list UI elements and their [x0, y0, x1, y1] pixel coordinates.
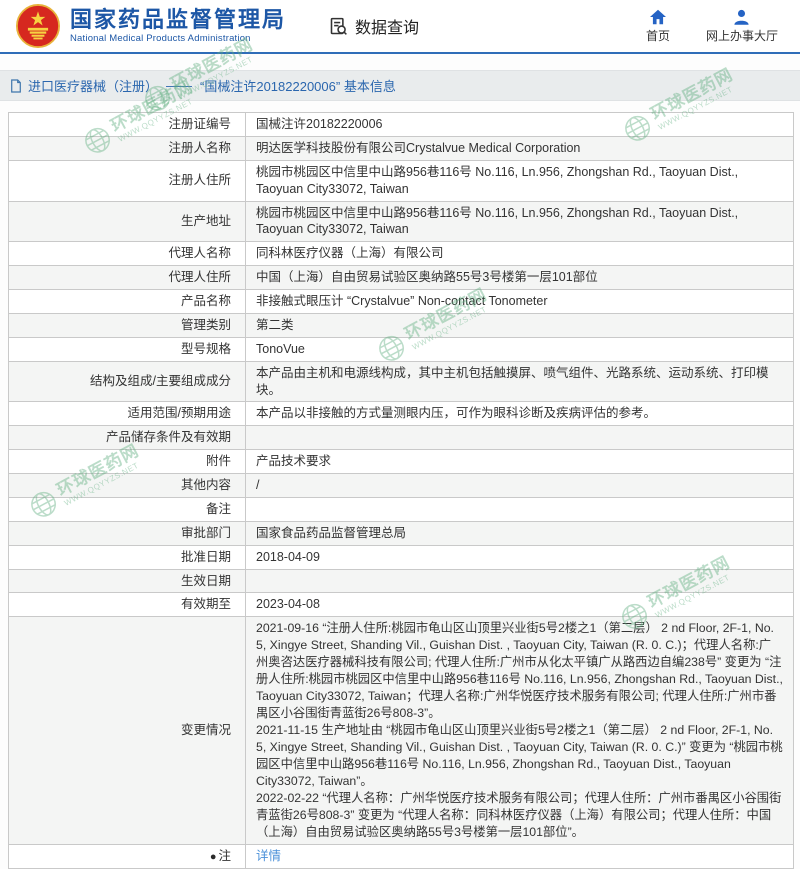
field-label: 注册证编号 [9, 113, 246, 137]
field-label: ●注 [9, 844, 246, 868]
table-row: 结构及组成/主要组成成分本产品由主机和电源线构成，其中主机包括触摸屏、喷气组件、… [9, 361, 794, 402]
table-row: 代理人住所中国（上海）自由贸易试验区奥纳路55号3号楼第一层101部位 [9, 266, 794, 290]
breadcrumb: 进口医疗器械（注册） —— “国械注许20182220006” 基本信息 [0, 70, 800, 101]
table-row: 生效日期 [9, 569, 794, 593]
field-label: 代理人名称 [9, 242, 246, 266]
table-row: 产品名称非接触式眼压计 “Crystalvue” Non-contact Ton… [9, 290, 794, 314]
field-label: 备注 [9, 497, 246, 521]
field-value [246, 426, 794, 450]
national-emblem-logo [16, 4, 60, 48]
table-row: 备注 [9, 497, 794, 521]
field-value: 桃园市桃园区中信里中山路956巷116号 No.116, Ln.956, Zho… [246, 201, 794, 242]
field-value: 国械注许20182220006 [246, 113, 794, 137]
field-value: TonoVue [246, 337, 794, 361]
document-icon [10, 79, 22, 93]
table-row: 适用范围/预期用途本产品以非接触的方式量测眼内压，可作为眼科诊断及疾病评估的参考… [9, 402, 794, 426]
table-row: 变更情况2021-09-16 “注册人住所:桃园市龟山区山顶里兴业街5号2楼之1… [9, 617, 794, 845]
org-title-block: 国家药品监督管理局 National Medical Products Admi… [70, 8, 286, 43]
field-label: 适用范围/预期用途 [9, 402, 246, 426]
nav-service-hall[interactable]: 网上办事大厅 [706, 9, 778, 44]
org-name-cn: 国家药品监督管理局 [70, 8, 286, 32]
field-label: 变更情况 [9, 617, 246, 845]
table-row: 产品储存条件及有效期 [9, 426, 794, 450]
registration-info-table: 注册证编号国械注许20182220006注册人名称明达医学科技股份有限公司Cry… [8, 112, 794, 869]
field-value: / [246, 474, 794, 498]
table-row: 注册证编号国械注许20182220006 [9, 113, 794, 137]
table-row: 附件产品技术要求 [9, 450, 794, 474]
breadcrumb-current: “国械注许20182220006” 基本信息 [200, 76, 396, 95]
field-value: 2018-04-09 [246, 545, 794, 569]
home-icon [649, 9, 667, 25]
field-value: 详情 [246, 844, 794, 868]
data-query-label: 数据查询 [355, 14, 419, 38]
table-row: 注册人名称明达医学科技股份有限公司Crystalvue Medical Corp… [9, 136, 794, 160]
table-row: 管理类别第二类 [9, 313, 794, 337]
field-value [246, 497, 794, 521]
table-row: 代理人名称同科林医疗仪器（上海）有限公司 [9, 242, 794, 266]
field-label: 产品储存条件及有效期 [9, 426, 246, 450]
nav-service-hall-label: 网上办事大厅 [706, 27, 778, 44]
field-value: 非接触式眼压计 “Crystalvue” Non-contact Tonomet… [246, 290, 794, 314]
field-label: 型号规格 [9, 337, 246, 361]
note-dot-icon: ● [210, 850, 217, 865]
field-label: 审批部门 [9, 521, 246, 545]
field-label: 管理类别 [9, 313, 246, 337]
data-query-nav[interactable]: 数据查询 [328, 14, 419, 38]
field-value: 国家食品药品监督管理总局 [246, 521, 794, 545]
person-icon [733, 9, 750, 25]
data-query-icon [328, 16, 349, 37]
field-value: 2023-04-08 [246, 593, 794, 617]
field-value: 本产品由主机和电源线构成，其中主机包括触摸屏、喷气组件、光路系统、运动系统、打印… [246, 361, 794, 402]
field-value: 明达医学科技股份有限公司Crystalvue Medical Corporati… [246, 136, 794, 160]
field-label: 生产地址 [9, 201, 246, 242]
field-value: 第二类 [246, 313, 794, 337]
table-row: 生产地址桃园市桃园区中信里中山路956巷116号 No.116, Ln.956,… [9, 201, 794, 242]
nav-home[interactable]: 首页 [646, 9, 670, 44]
field-label: 代理人住所 [9, 266, 246, 290]
field-label: 生效日期 [9, 569, 246, 593]
table-row: 批准日期2018-04-09 [9, 545, 794, 569]
field-value: 2021-09-16 “注册人住所:桃园市龟山区山顶里兴业街5号2楼之1（第二层… [246, 617, 794, 845]
change-paragraph: 2021-11-15 生产地址由 “桃园市龟山区山顶里兴业街5号2楼之1（第二层… [256, 722, 783, 790]
org-name-en: National Medical Products Administration [70, 33, 286, 44]
field-label: 产品名称 [9, 290, 246, 314]
change-paragraph: 2022-02-22 “代理人名称：广州华悦医疗技术服务有限公司；代理人住所：广… [256, 790, 783, 841]
field-value: 桃园市桃园区中信里中山路956巷116号 No.116, Ln.956, Zho… [246, 160, 794, 201]
field-value: 产品技术要求 [246, 450, 794, 474]
field-label: 其他内容 [9, 474, 246, 498]
table-row: 注册人住所桃园市桃园区中信里中山路956巷116号 No.116, Ln.956… [9, 160, 794, 201]
breadcrumb-section[interactable]: 进口医疗器械（注册） [28, 76, 158, 95]
breadcrumb-separator: —— [166, 78, 192, 93]
header-nav: 首页 网上办事大厅 [646, 9, 784, 44]
table-row: 其他内容/ [9, 474, 794, 498]
field-value [246, 569, 794, 593]
table-row: ●注详情 [9, 844, 794, 868]
field-value: 同科林医疗仪器（上海）有限公司 [246, 242, 794, 266]
field-label: 注册人住所 [9, 160, 246, 201]
field-value: 中国（上海）自由贸易试验区奥纳路55号3号楼第一层101部位 [246, 266, 794, 290]
table-row: 审批部门国家食品药品监督管理总局 [9, 521, 794, 545]
table-row: 型号规格TonoVue [9, 337, 794, 361]
field-label: 批准日期 [9, 545, 246, 569]
nav-home-label: 首页 [646, 27, 670, 44]
details-link[interactable]: 详情 [256, 849, 281, 863]
table-row: 有效期至2023-04-08 [9, 593, 794, 617]
header: 国家药品监督管理局 National Medical Products Admi… [0, 0, 800, 54]
field-label: 结构及组成/主要组成成分 [9, 361, 246, 402]
field-label: 附件 [9, 450, 246, 474]
field-label: 注册人名称 [9, 136, 246, 160]
field-label: 有效期至 [9, 593, 246, 617]
field-value: 本产品以非接触的方式量测眼内压，可作为眼科诊断及疾病评估的参考。 [246, 402, 794, 426]
change-paragraph: 2021-09-16 “注册人住所:桃园市龟山区山顶里兴业街5号2楼之1（第二层… [256, 620, 783, 722]
